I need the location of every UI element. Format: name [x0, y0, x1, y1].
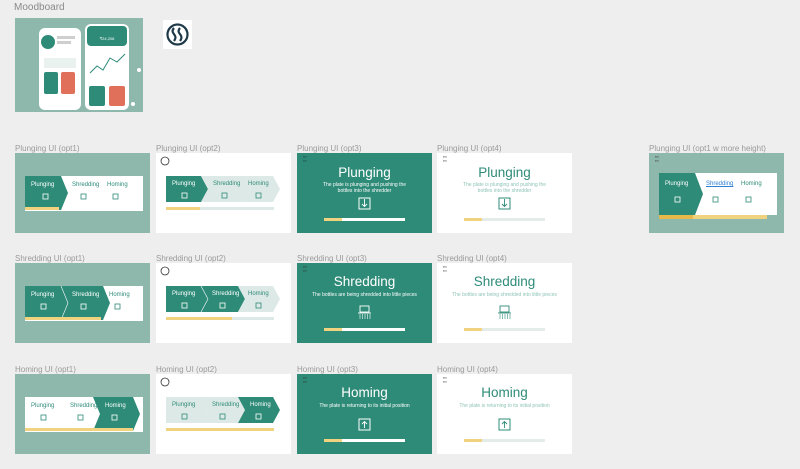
step-plunging: Plunging [31, 292, 55, 298]
frame-label: Homing UI (opt2) [156, 365, 217, 374]
moodboard-label: Moodboard [14, 2, 65, 13]
frame-label: Shredding UI (opt2) [156, 254, 226, 263]
step-homing: Homing [248, 291, 269, 297]
step-plunging: Plunging [172, 402, 196, 408]
svg-text:₹24,206: ₹24,206 [100, 36, 116, 41]
step-shredding: Shredding [212, 402, 240, 408]
frame-plunging-opt3[interactable]: ▪▪▪ ▪▪▪ Plunging The plate is plunging an… [297, 153, 432, 233]
frame-plunging-opt4[interactable]: ▪▪▪ ▪▪▪ Plunging The plate is plunging an… [437, 153, 572, 233]
frame-label: Plunging UI (opt3) [297, 144, 362, 153]
frame-plunging-opt2[interactable]: Plunging Shredding Homing [156, 153, 291, 233]
frame-label: Plunging UI (opt1 w more height) [649, 144, 766, 153]
step-homing: Homing [741, 181, 762, 187]
step-shredding: Shredding [72, 182, 100, 188]
frame-shredding-opt1[interactable]: Plunging Shredding Homing [15, 263, 150, 343]
frame-plunging-opt1[interactable]: Plunging Shredding Homing [15, 153, 150, 233]
frame-homing-opt4[interactable]: ▪▪▪ ▪▪▪ Homing The plate is returning to … [437, 374, 572, 454]
frame-label: Homing UI (opt4) [437, 365, 498, 374]
moodboard-image[interactable]: ₹24,206 [15, 18, 143, 112]
frame-label: Plunging UI (opt4) [437, 144, 502, 153]
frame-homing-opt1[interactable]: Plunging Shredding Homing [15, 374, 150, 454]
frame-label: Plunging UI (opt1) [15, 144, 80, 153]
step-plunging: Plunging [31, 182, 55, 188]
frame-shredding-opt2[interactable]: Plunging Shredding Homing [156, 263, 291, 343]
frame-label: Homing UI (opt1) [15, 365, 76, 374]
step-homing: Homing [250, 402, 271, 408]
frame-plunging-opt1-tall[interactable]: ▪▪▪ ▪▪▪ Plunging Shredding Homing [649, 153, 784, 233]
frame-label: Shredding UI (opt1) [15, 254, 85, 263]
step-shredding: Shredding [213, 181, 241, 187]
step-homing: Homing [105, 403, 126, 409]
step-shredding: Shredding [706, 181, 734, 187]
frame-shredding-opt3[interactable]: ▪▪▪ ▪▪▪ Shredding The bottles are being s… [297, 263, 432, 343]
step-shredding: Shredding [72, 292, 100, 298]
frame-label: Shredding UI (opt4) [437, 254, 507, 263]
frame-label: Plunging UI (opt2) [156, 144, 221, 153]
step-plunging: Plunging [31, 403, 55, 409]
step-plunging: Plunging [172, 291, 196, 297]
step-shredding: Shredding [212, 291, 240, 297]
step-homing: Homing [248, 181, 269, 187]
frame-label: Homing UI (opt3) [297, 365, 358, 374]
step-plunging: Plunging [665, 181, 689, 187]
brand-logo-icon [163, 20, 192, 49]
frame-shredding-opt4[interactable]: ▪▪▪ ▪▪▪ Shredding The bottles are being s… [437, 263, 572, 343]
frame-homing-opt3[interactable]: ▪▪▪ ▪▪▪ Homing The plate is returning to … [297, 374, 432, 454]
frame-label: Shredding UI (opt3) [297, 254, 367, 263]
frame-homing-opt2[interactable]: Plunging Shredding Homing [156, 374, 291, 454]
step-shredding: Shredding [70, 403, 98, 409]
step-homing: Homing [107, 182, 128, 188]
step-plunging: Plunging [172, 181, 196, 187]
step-homing: Homing [109, 292, 130, 298]
